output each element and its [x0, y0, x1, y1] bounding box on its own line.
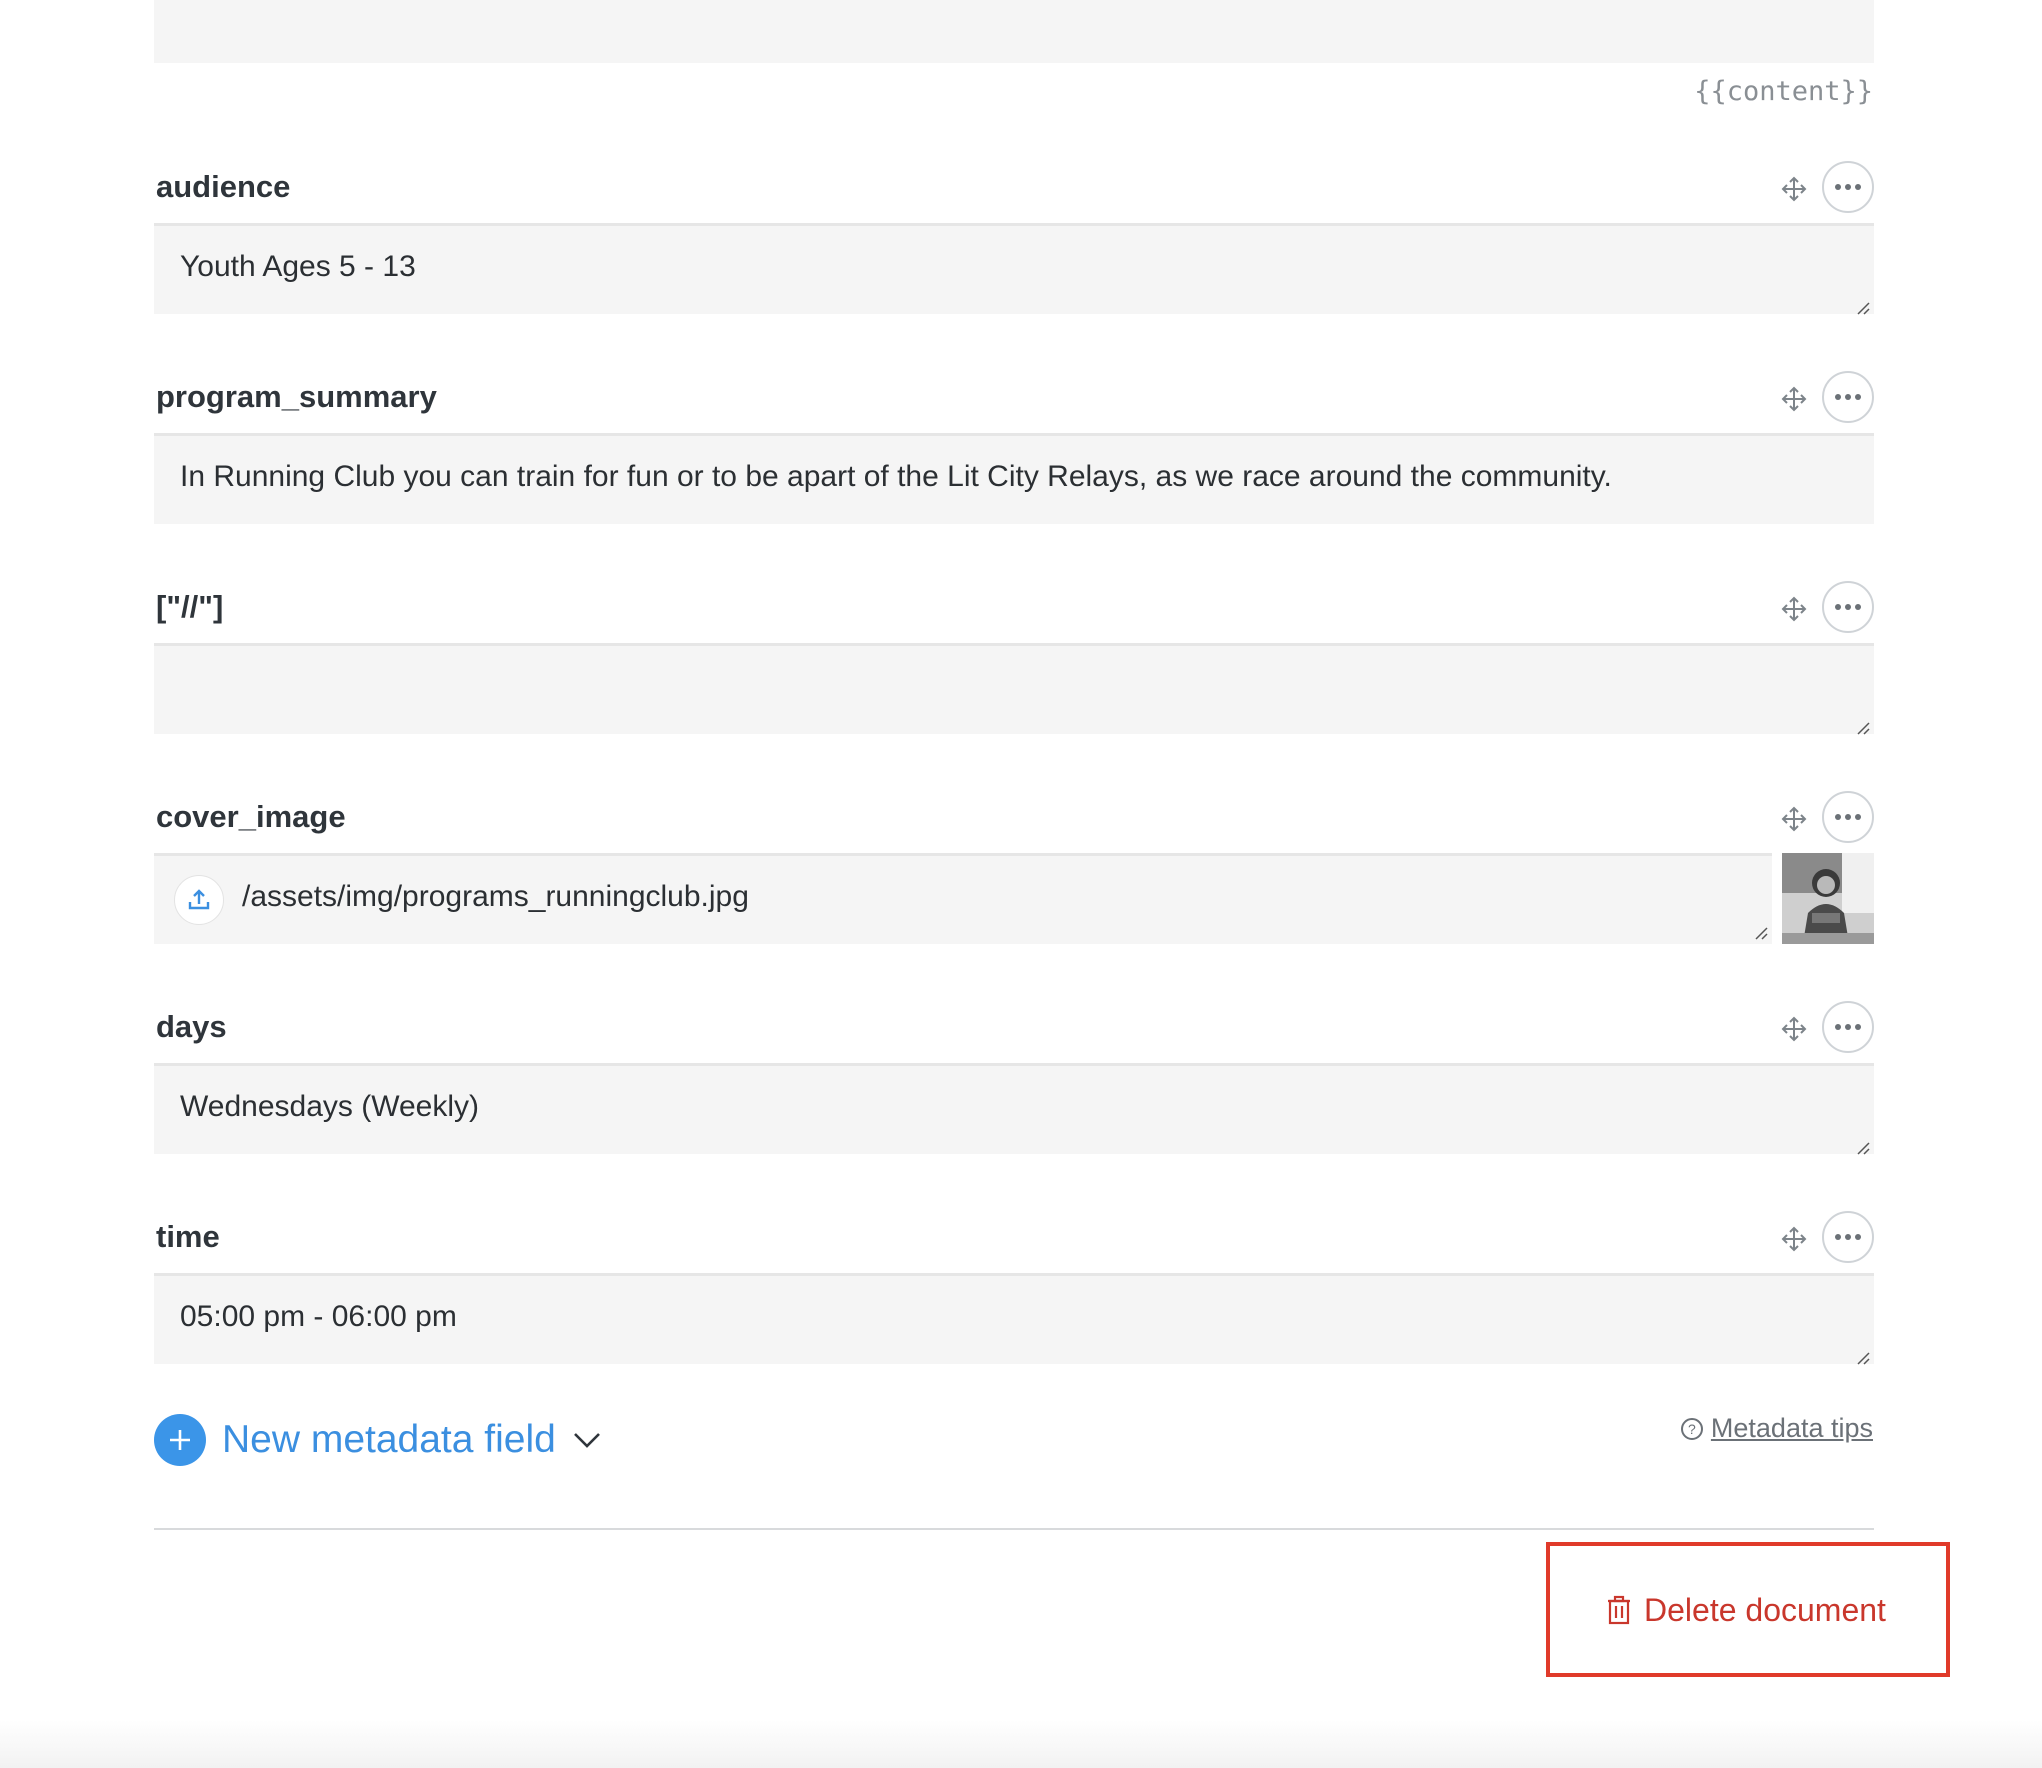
more-options-button[interactable]	[1822, 1211, 1874, 1263]
help-icon: ?	[1680, 1417, 1703, 1440]
cover-image-thumbnail[interactable]	[1782, 853, 1874, 944]
more-options-button[interactable]	[1822, 791, 1874, 843]
field-program-summary: program_summary In Running Club you can …	[154, 371, 1874, 524]
field-comment: ["//"]	[154, 581, 1874, 735]
delete-document-label: Delete document	[1644, 1591, 1886, 1628]
field-label: time	[156, 1219, 220, 1254]
time-input[interactable]: 05:00 pm - 06:00 pm	[154, 1273, 1874, 1364]
move-icon[interactable]	[1780, 175, 1808, 203]
field-label: audience	[156, 169, 291, 204]
move-icon[interactable]	[1780, 1225, 1808, 1253]
resize-handle-icon[interactable]	[1856, 301, 1870, 315]
move-icon[interactable]	[1780, 595, 1808, 623]
days-input[interactable]: Wednesdays (Weekly)	[154, 1063, 1874, 1154]
bottom-edge	[0, 1720, 2042, 1768]
plus-icon	[154, 1414, 206, 1466]
thumbnail-photo	[1782, 853, 1874, 944]
move-icon[interactable]	[1780, 385, 1808, 413]
delete-document-button[interactable]: Delete document	[1606, 1588, 1886, 1632]
move-icon[interactable]	[1780, 1015, 1808, 1043]
field-label: ["//"]	[156, 589, 224, 624]
more-options-button[interactable]	[1822, 1001, 1874, 1053]
content-editor-area[interactable]	[154, 0, 1874, 63]
trash-icon	[1608, 1595, 1630, 1625]
program-summary-input[interactable]: In Running Club you can train for fun or…	[154, 433, 1874, 524]
field-label: days	[156, 1009, 227, 1044]
metadata-editor: {{content}} audience Youth Ages 5 - 13 p…	[0, 0, 2042, 1768]
comment-input[interactable]	[154, 643, 1874, 734]
field-days: days Wednesdays (Weekly)	[154, 1001, 1874, 1155]
resize-handle-icon[interactable]	[1856, 1351, 1870, 1365]
more-options-button[interactable]	[1822, 161, 1874, 213]
field-time: time 05:00 pm - 06:00 pm	[154, 1211, 1874, 1365]
new-metadata-field-label: New metadata field	[222, 1418, 556, 1461]
content-placeholder-hint: {{content}}	[1694, 76, 1873, 107]
more-options-button[interactable]	[1822, 371, 1874, 423]
audience-input[interactable]: Youth Ages 5 - 13	[154, 223, 1874, 314]
more-options-button[interactable]	[1822, 581, 1874, 633]
metadata-tips-label: Metadata tips	[1710, 1413, 1873, 1443]
metadata-tips-link[interactable]: ? Metadata tips	[1680, 1413, 1873, 1444]
move-icon[interactable]	[1780, 805, 1808, 833]
resize-handle-icon[interactable]	[1754, 926, 1768, 940]
new-metadata-field-button[interactable]: New metadata field	[154, 1413, 602, 1467]
cover-image-input[interactable]: /assets/img/programs_runningclub.jpg	[154, 853, 1772, 944]
field-label: program_summary	[156, 379, 437, 414]
resize-handle-icon[interactable]	[1856, 1141, 1870, 1155]
field-label: cover_image	[156, 799, 346, 834]
resize-handle-icon[interactable]	[1856, 721, 1870, 735]
field-audience: audience Youth Ages 5 - 13	[154, 161, 1874, 315]
chevron-down-icon[interactable]	[572, 1430, 602, 1450]
field-cover-image: cover_image /assets/img/programs_running…	[154, 791, 1874, 944]
divider	[154, 1528, 1874, 1530]
upload-icon	[188, 889, 210, 910]
upload-button[interactable]	[174, 875, 224, 925]
